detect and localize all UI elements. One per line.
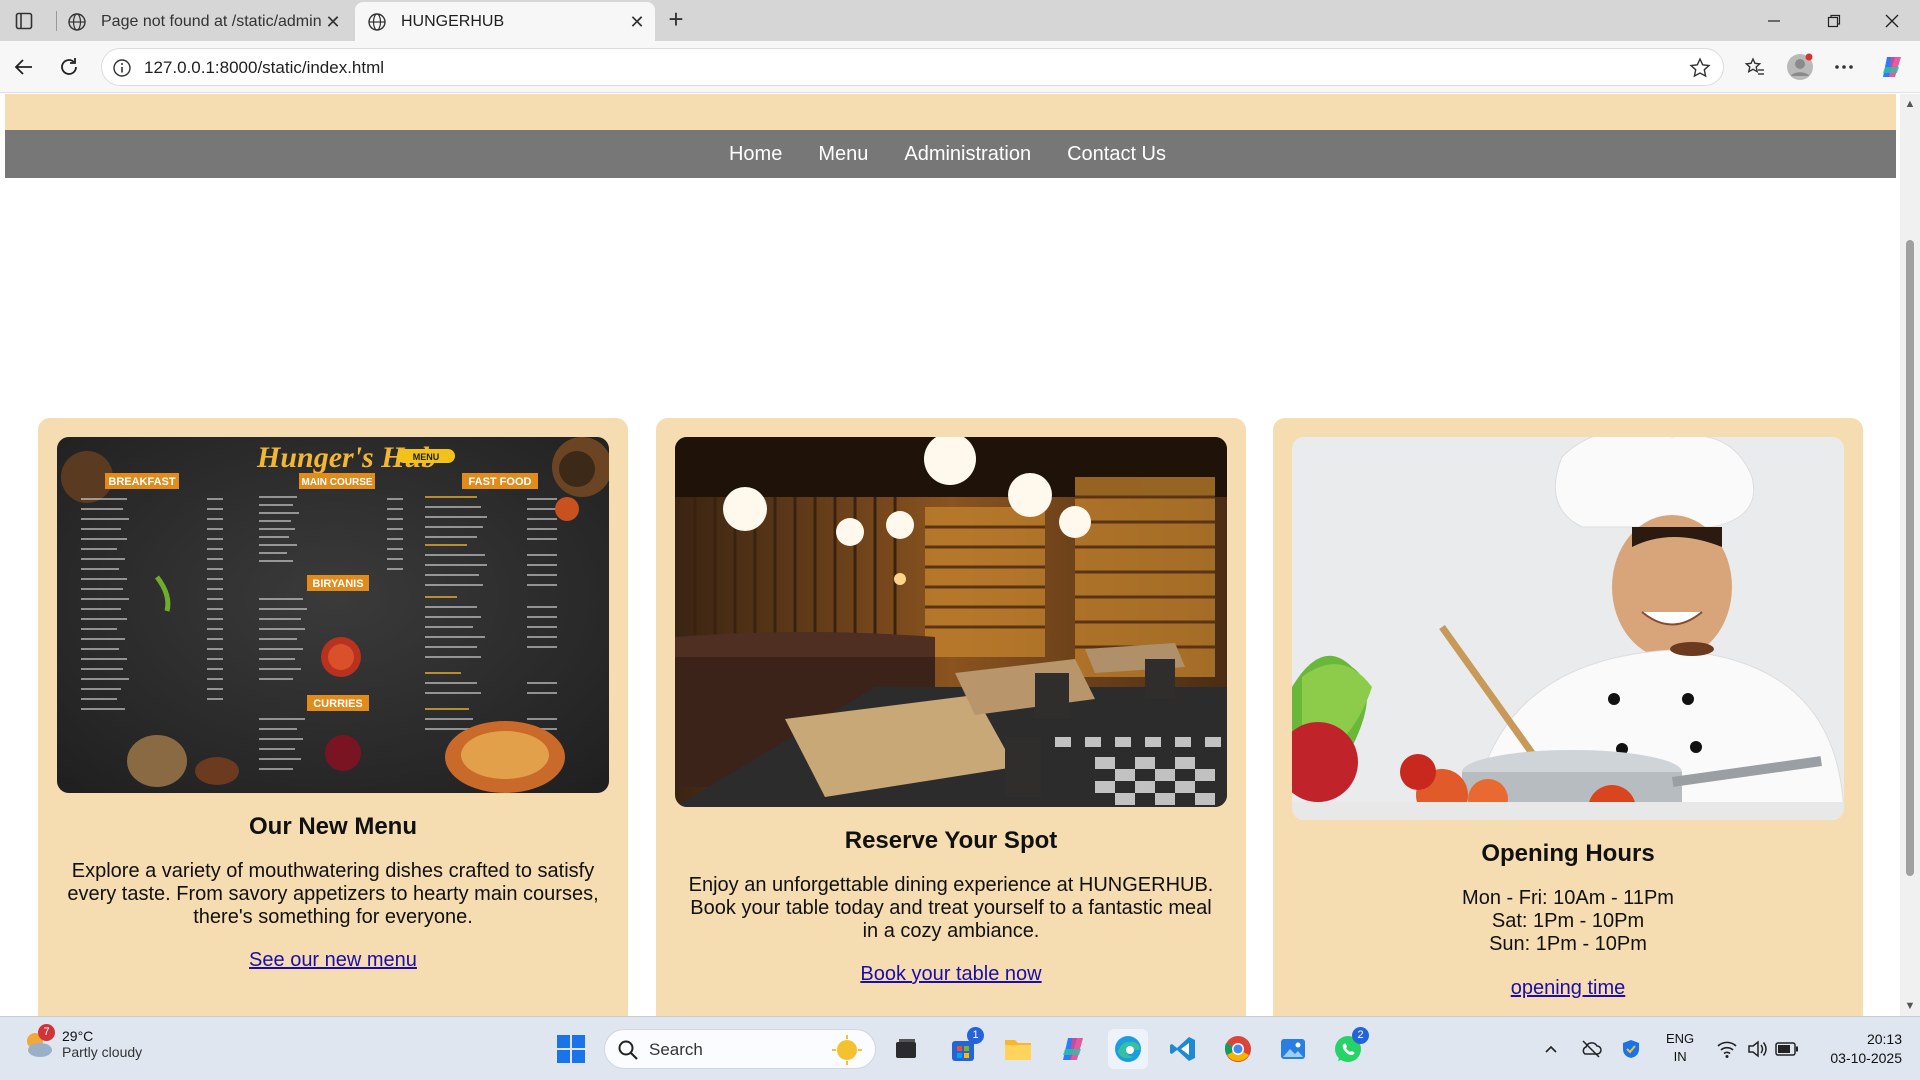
tab-title: HUNGERHUB	[401, 12, 505, 30]
favorite-star-icon[interactable]	[1689, 57, 1711, 79]
taskbar-clock[interactable]: 20:13 03-10-2025	[1830, 1030, 1902, 1068]
wifi-icon[interactable]	[1710, 1031, 1744, 1067]
menu-card: Hunger's Hub MENU BREAKFAST MAIN COURSE …	[38, 418, 628, 1016]
scroll-up-arrow-icon[interactable]: ▲	[1904, 98, 1916, 110]
card-title: Reserve Your Spot	[844, 827, 1058, 854]
whatsapp-badge: 2	[1352, 1027, 1369, 1044]
clock-date: 03-10-2025	[1830, 1050, 1902, 1066]
restaurant-interior-image	[675, 437, 1227, 807]
tab-actions-icon[interactable]	[12, 9, 36, 33]
svg-text:MENU: MENU	[413, 452, 440, 462]
edge-browser-icon[interactable]	[1108, 1029, 1148, 1069]
vscode-icon[interactable]	[1163, 1029, 1203, 1069]
page-scrollbar[interactable]: ▲ ▼	[1900, 94, 1920, 1016]
chef-cooking-image	[1292, 437, 1844, 820]
start-button[interactable]	[551, 1029, 591, 1069]
file-explorer-icon[interactable]	[998, 1029, 1038, 1069]
search-highlight-icon	[832, 1035, 862, 1065]
chrome-icon[interactable]	[1218, 1029, 1258, 1069]
refresh-button[interactable]	[55, 53, 83, 81]
new-tab-button[interactable]: +	[662, 6, 690, 34]
close-window-button[interactable]	[1864, 0, 1920, 41]
page-viewport: Home Menu Administration Contact Us Hung…	[0, 94, 1920, 1016]
copilot-icon[interactable]	[1878, 53, 1906, 81]
input-language[interactable]: ENG IN	[1666, 1030, 1694, 1066]
scroll-down-arrow-icon[interactable]: ▼	[1904, 1000, 1916, 1012]
task-view-icon[interactable]	[886, 1029, 926, 1069]
photos-app-icon[interactable]	[1273, 1029, 1313, 1069]
url-text[interactable]: 127.0.0.1:8000/static/index.html	[144, 58, 384, 78]
weather-widget[interactable]: 7 29°C Partly cloudy	[22, 1024, 143, 1060]
nav-link-home[interactable]: Home	[729, 143, 782, 166]
card-title: Opening Hours	[1481, 840, 1655, 867]
main-navigation: Home Menu Administration Contact Us	[5, 130, 1896, 178]
battery-icon[interactable]	[1770, 1031, 1804, 1067]
weather-badge: 7	[38, 1024, 55, 1041]
globe-icon	[368, 12, 386, 31]
show-hidden-icons-chevron-icon[interactable]	[1533, 1031, 1569, 1067]
svg-text:BREAKFAST: BREAKFAST	[108, 476, 176, 488]
region-code: IN	[1673, 1049, 1687, 1064]
svg-text:BIRYANIS: BIRYANIS	[312, 578, 363, 590]
onedrive-offline-icon[interactable]	[1573, 1031, 1609, 1067]
card-description: Enjoy an unforgettable dining experience…	[688, 874, 1214, 942]
more-options-icon[interactable]	[1830, 53, 1858, 81]
tab-page-not-found[interactable]: Page not found at /static/adminstr ✕	[55, 2, 351, 41]
scrollbar-thumb[interactable]	[1906, 240, 1914, 876]
clock-time: 20:13	[1866, 1031, 1902, 1047]
copilot-app-icon[interactable]	[1053, 1029, 1093, 1069]
opening-hours-card: Opening Hours Mon - Fri: 10Am - 11Pm Sat…	[1273, 418, 1863, 1016]
see-menu-link[interactable]: See our new menu	[38, 949, 628, 972]
hours-saturday: Sat: 1Pm - 10Pm	[1491, 910, 1645, 932]
search-icon	[618, 1040, 638, 1060]
hours-weekday: Mon - Fri: 10Am - 11Pm	[1462, 887, 1674, 909]
book-table-link[interactable]: Book your table now	[656, 963, 1246, 986]
card-title: Our New Menu	[248, 813, 417, 840]
weather-icon: 7	[22, 1024, 55, 1060]
weather-temperature: 29°C	[62, 1028, 94, 1044]
minimize-button[interactable]	[1746, 0, 1802, 41]
svg-text:MAIN COURSE: MAIN COURSE	[301, 477, 372, 488]
svg-text:CURRIES: CURRIES	[313, 698, 363, 710]
browser-tab-strip: Page not found at /static/adminstr ✕ HUN…	[0, 0, 1920, 41]
svg-text:FAST FOOD: FAST FOOD	[469, 476, 532, 488]
address-bar[interactable]: 127.0.0.1:8000/static/index.html	[101, 48, 1724, 86]
restore-button[interactable]	[1806, 0, 1862, 41]
nav-link-contact-us[interactable]: Contact Us	[1067, 143, 1166, 166]
store-badge: 1	[967, 1027, 984, 1044]
hours-sunday: Sun: 1Pm - 10Pm	[1489, 933, 1647, 955]
opening-time-link[interactable]: opening time	[1273, 977, 1863, 1000]
site-info-icon[interactable]	[112, 58, 132, 78]
tab-title: Page not found at /static/adminstr	[101, 12, 321, 30]
microsoft-store-icon[interactable]: 1	[943, 1027, 984, 1069]
whatsapp-icon[interactable]: 2	[1328, 1027, 1369, 1069]
security-shield-icon[interactable]	[1613, 1031, 1649, 1067]
close-tab-icon[interactable]: ✕	[627, 12, 647, 32]
search-placeholder: Search	[649, 1040, 703, 1059]
profile-avatar[interactable]	[1786, 53, 1814, 81]
address-toolbar: 127.0.0.1:8000/static/index.html	[0, 41, 1920, 93]
nav-link-administration[interactable]: Administration	[904, 143, 1031, 166]
close-tab-icon[interactable]: ✕	[323, 12, 343, 32]
card-description: Explore a variety of mouthwatering dishe…	[67, 860, 599, 928]
weather-condition: Partly cloudy	[62, 1044, 143, 1060]
favorites-icon[interactable]	[1741, 53, 1769, 81]
volume-icon[interactable]	[1740, 1031, 1774, 1067]
language-code: ENG	[1666, 1031, 1695, 1046]
nav-link-menu[interactable]: Menu	[818, 143, 868, 166]
header-strip	[5, 94, 1896, 130]
tab-hungerhub[interactable]: HUNGERHUB ✕	[355, 2, 655, 41]
taskbar-search[interactable]: Search	[604, 1029, 876, 1069]
restaurant-menu-board-image: Hunger's Hub MENU BREAKFAST MAIN COURSE …	[57, 437, 609, 793]
reservation-card: Reserve Your Spot Enjoy an unforgettable…	[656, 418, 1246, 1016]
windows-taskbar: 7 29°C Partly cloudy Search 1 2 ENG IN 2…	[0, 1016, 1920, 1080]
globe-icon	[68, 12, 86, 31]
back-button[interactable]	[10, 53, 38, 81]
